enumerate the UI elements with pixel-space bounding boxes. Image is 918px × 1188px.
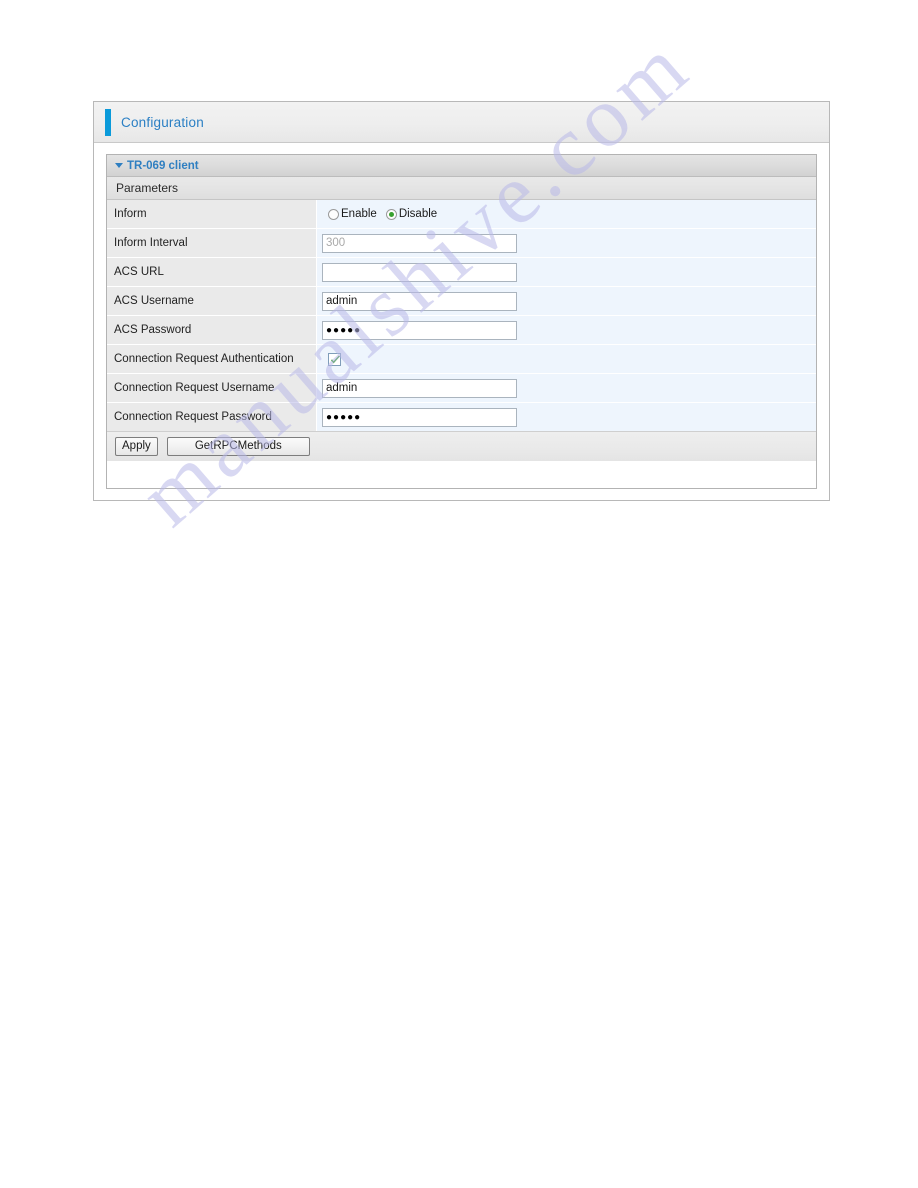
row-value-inform: Enable Disable	[317, 200, 816, 228]
row-value-connection-request-password	[317, 403, 816, 431]
parameters-subheader: Parameters	[107, 177, 816, 200]
table-row: ACS URL	[107, 258, 816, 287]
parameters-label: Parameters	[116, 181, 179, 195]
row-value-inform-interval	[317, 229, 816, 257]
radio-inform-disable[interactable]: Disable	[385, 208, 438, 220]
section-title: TR-069 client	[127, 159, 199, 172]
configuration-header-bar: Configuration	[94, 102, 829, 143]
row-label-acs-password: ACS Password	[107, 316, 317, 344]
accent-bar-icon	[105, 108, 111, 136]
row-value-connection-request-authentication	[317, 345, 816, 373]
inform-radio-group[interactable]: Enable Disable	[322, 208, 437, 220]
section-header-tr069[interactable]: TR-069 client	[107, 155, 816, 177]
table-row: ACS Username	[107, 287, 816, 316]
configuration-page-frame: Configuration TR-069 client Parameters I…	[93, 101, 830, 501]
panel-filler	[107, 461, 816, 488]
radio-circle-icon[interactable]	[328, 208, 339, 220]
connection-request-auth-checkbox[interactable]	[328, 352, 341, 366]
row-value-connection-request-username	[317, 374, 816, 402]
table-row: Inform Interval	[107, 229, 816, 258]
row-value-acs-url	[317, 258, 816, 286]
form-button-bar: Apply GetRPCMethods	[107, 431, 816, 461]
table-row: Connection Request Password	[107, 403, 816, 431]
radio-label-disable: Disable	[398, 208, 438, 220]
page-title: Configuration	[121, 114, 204, 130]
row-label-connection-request-authentication: Connection Request Authentication	[107, 345, 317, 373]
caret-down-icon[interactable]	[115, 163, 123, 168]
tr069-client-panel: TR-069 client Parameters Inform Enable D…	[106, 154, 817, 489]
row-label-connection-request-password: Connection Request Password	[107, 403, 317, 431]
row-value-acs-password	[317, 316, 816, 344]
row-label-inform: Inform	[107, 200, 317, 228]
acs-url-input[interactable]	[322, 262, 517, 282]
connection-request-username-input[interactable]	[322, 378, 517, 398]
row-value-acs-username	[317, 287, 816, 315]
row-label-acs-username: ACS Username	[107, 287, 317, 315]
radio-circle-selected-icon[interactable]	[385, 208, 397, 220]
row-label-acs-url: ACS URL	[107, 258, 317, 286]
apply-button[interactable]: Apply	[115, 437, 158, 456]
row-label-connection-request-username: Connection Request Username	[107, 374, 317, 402]
table-row: ACS Password	[107, 316, 816, 345]
panel-wrapper: TR-069 client Parameters Inform Enable D…	[94, 143, 829, 501]
table-row: Connection Request Username	[107, 374, 816, 403]
parameters-rows: Inform Enable Disable Inform Interval 30…	[107, 200, 816, 431]
table-row: Connection Request Authentication	[107, 345, 816, 374]
radio-label-enable: Enable	[341, 208, 377, 220]
acs-username-input[interactable]	[322, 291, 517, 311]
row-label-inform-interval: Inform Interval	[107, 229, 317, 257]
inform-interval-input[interactable]	[322, 233, 517, 253]
radio-inform-enable[interactable]: Enable	[328, 208, 377, 220]
get-rpc-methods-button[interactable]: GetRPCMethods	[166, 437, 310, 456]
table-row: Inform Enable Disable	[107, 200, 816, 229]
connection-request-password-input[interactable]	[322, 407, 517, 427]
acs-password-input[interactable]	[322, 320, 517, 340]
checkmark-icon	[331, 355, 340, 363]
